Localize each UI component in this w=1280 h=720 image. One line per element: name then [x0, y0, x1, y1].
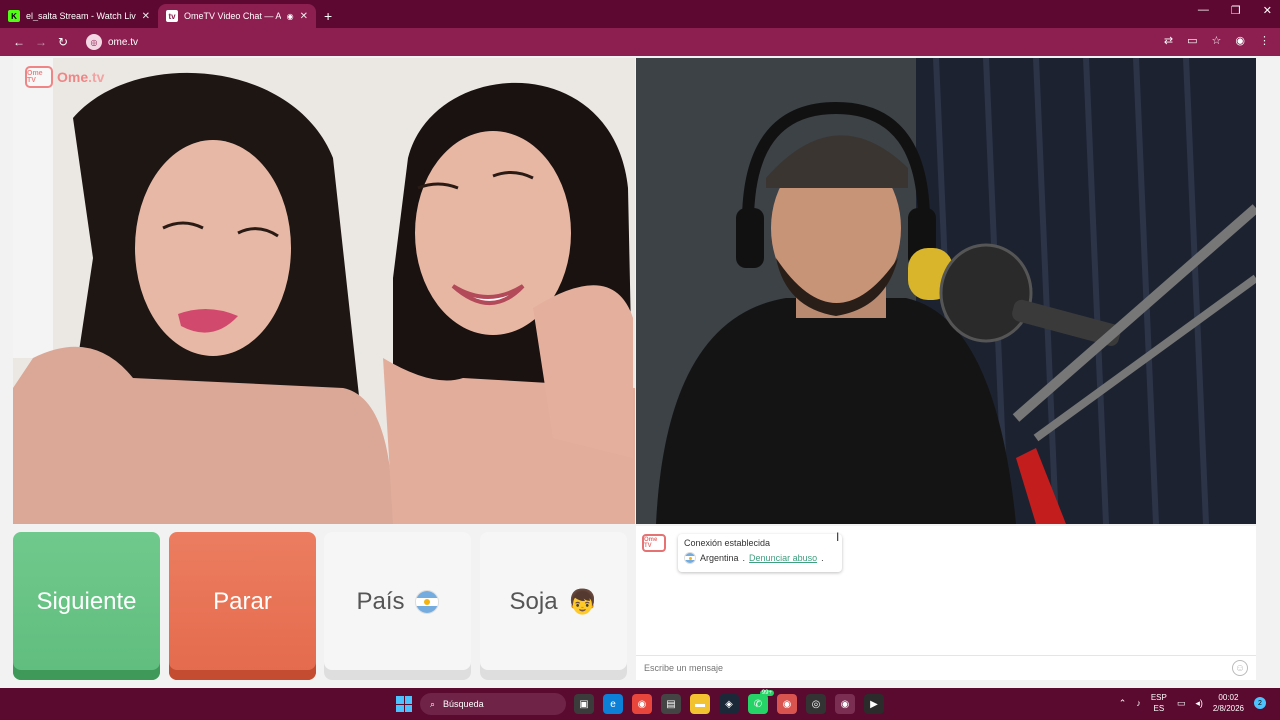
whatsapp-badge: 99+: [759, 690, 774, 696]
clock-time: 00:02: [1218, 693, 1239, 702]
report-abuse-link[interactable]: Denunciar abuso: [749, 553, 817, 563]
back-icon[interactable]: ←: [8, 35, 30, 49]
url-text[interactable]: ome.tv: [108, 37, 138, 48]
steam-icon[interactable]: ◈: [719, 694, 739, 714]
country-button-label: País: [356, 588, 405, 615]
system-tray: ⌃ ♪ ESP ES ▭ ◂) 00:02 2/8/2026 2: [1119, 692, 1266, 714]
omnibox[interactable]: ◎ ome.tv: [86, 34, 138, 50]
windows-taskbar: ⌕ Búsqueda ▣ e ◉ ▤ ▬ ◈ ✆ 99+ ◉ ◎ ◉ ▶ ⌃ ♪ …: [0, 688, 1280, 720]
argentina-flag-icon: [414, 590, 439, 614]
obs-icon[interactable]: ◎: [806, 694, 826, 714]
translate-icon[interactable]: ⇄: [1164, 34, 1173, 47]
next-button[interactable]: Siguiente: [13, 532, 160, 680]
message-input[interactable]: [644, 663, 1232, 673]
partner-country: Argentina: [700, 553, 739, 563]
stop-button-label: Parar: [213, 588, 272, 615]
recording-icon[interactable]: ◉: [287, 12, 294, 21]
ometv-page: Ome TV Ome.tv Siguiente Parar País Soja …: [0, 56, 1280, 688]
gender-button-label: Soja: [509, 588, 558, 615]
minimize-icon[interactable]: —: [1198, 4, 1209, 17]
ometv-logo[interactable]: Ome TV Ome.tv: [25, 66, 104, 88]
close-window-icon[interactable]: ✕: [1263, 4, 1272, 17]
browser-tab-bar: K el_salta Stream - Watch Live on Kick ✕…: [0, 0, 1280, 28]
windows-start-icon[interactable]: [396, 696, 412, 712]
chrome-icon[interactable]: ◉: [632, 694, 652, 714]
argentina-flag-icon: [684, 552, 696, 564]
boy-emoji-icon: 👦: [567, 588, 598, 616]
media-player-icon[interactable]: ▶: [864, 694, 884, 714]
lang-bottom: ES: [1153, 704, 1165, 713]
notification-badge[interactable]: 2: [1254, 697, 1266, 709]
tab-title: el_salta Stream - Watch Live on Kick: [26, 11, 136, 21]
volume-icon[interactable]: ◂): [1195, 698, 1203, 709]
tab-title: OmeTV Video Chat — Alternative: [184, 11, 281, 21]
system-message: Conexión establecida Argentina . Denunci…: [678, 534, 842, 572]
store-icon[interactable]: ▤: [661, 694, 681, 714]
close-icon[interactable]: ✕: [300, 11, 308, 22]
logo-name: Ome: [57, 69, 89, 85]
bookmark-star-icon[interactable]: ☆: [1212, 34, 1222, 47]
self-video-frame: [636, 58, 1256, 524]
ometv-logo-badge: Ome TV: [25, 66, 53, 88]
file-explorer-icon[interactable]: ▬: [690, 694, 710, 714]
forward-icon[interactable]: →: [30, 35, 52, 49]
site-info-icon[interactable]: ◎: [86, 34, 102, 50]
search-label: Búsqueda: [443, 699, 484, 709]
edge-icon[interactable]: e: [603, 694, 623, 714]
partner-video-frame: [13, 58, 635, 524]
self-video: [636, 58, 1256, 524]
emoji-icon[interactable]: ☺: [1232, 660, 1248, 676]
restore-icon[interactable]: ❐: [1231, 4, 1241, 17]
search-icon: ⌕: [430, 698, 436, 709]
tab-ometv[interactable]: tv OmeTV Video Chat — Alternative ◉ ✕: [158, 4, 316, 28]
partner-video: Ome TV Ome.tv: [13, 58, 635, 524]
language-indicator[interactable]: ESP ES: [1151, 692, 1167, 714]
control-buttons: Siguiente Parar País Soja 👦: [13, 532, 627, 680]
ometv-icon: tv: [166, 10, 178, 22]
text-cursor-icon: I: [836, 530, 840, 544]
lang-top: ESP: [1150, 693, 1167, 702]
stop-button[interactable]: Parar: [169, 532, 316, 680]
microphone-icon[interactable]: ♪: [1136, 698, 1141, 708]
country-filter-button[interactable]: País: [324, 532, 471, 680]
period: .: [821, 553, 824, 563]
kick-icon: K: [8, 10, 20, 22]
ometv-chat-icon: Ome TV: [642, 534, 666, 552]
next-button-label: Siguiente: [36, 588, 137, 615]
new-tab-button[interactable]: +: [316, 4, 340, 28]
gender-filter-button[interactable]: Soja 👦: [480, 532, 627, 680]
display-icon[interactable]: ▭: [1177, 698, 1186, 709]
taskbar-search[interactable]: ⌕ Búsqueda: [420, 693, 566, 715]
address-bar: ← → ↻ ◎ ome.tv ⇄ ▭ ☆ ◉ ⋮: [0, 28, 1280, 56]
chrome-red-icon[interactable]: ◉: [777, 694, 797, 714]
separator: .: [742, 553, 746, 563]
close-icon[interactable]: ✕: [142, 11, 150, 22]
chevron-up-icon[interactable]: ⌃: [1119, 698, 1127, 709]
toolbar-icons: ⇄ ▭ ☆ ◉ ⋮: [1164, 34, 1270, 47]
reload-icon[interactable]: ↻: [52, 35, 74, 49]
chat-input-bar: ☺: [636, 655, 1256, 680]
cast-icon[interactable]: ▭: [1187, 34, 1197, 47]
task-view-icon[interactable]: ▣: [574, 694, 594, 714]
profile-icon[interactable]: ◉: [1235, 34, 1245, 47]
window-controls: — ❐ ✕: [1198, 4, 1272, 17]
clock-date: 2/8/2026: [1212, 704, 1244, 713]
logo-suffix: .tv: [88, 69, 105, 85]
taskbar-apps: ▣ e ◉ ▤ ▬ ◈ ✆ 99+ ◉ ◎ ◉ ▶: [574, 690, 884, 714]
chrome-profile-icon[interactable]: ◉: [835, 694, 855, 714]
chat-panel: Ome TV Conexión establecida Argentina . …: [636, 526, 1256, 680]
clock[interactable]: 00:02 2/8/2026: [1213, 692, 1244, 714]
tab-kick-stream[interactable]: K el_salta Stream - Watch Live on Kick ✕: [0, 4, 158, 28]
whatsapp-icon[interactable]: ✆ 99+: [748, 690, 774, 714]
connection-status: Conexión establecida: [684, 538, 771, 548]
menu-dots-icon[interactable]: ⋮: [1259, 34, 1270, 47]
